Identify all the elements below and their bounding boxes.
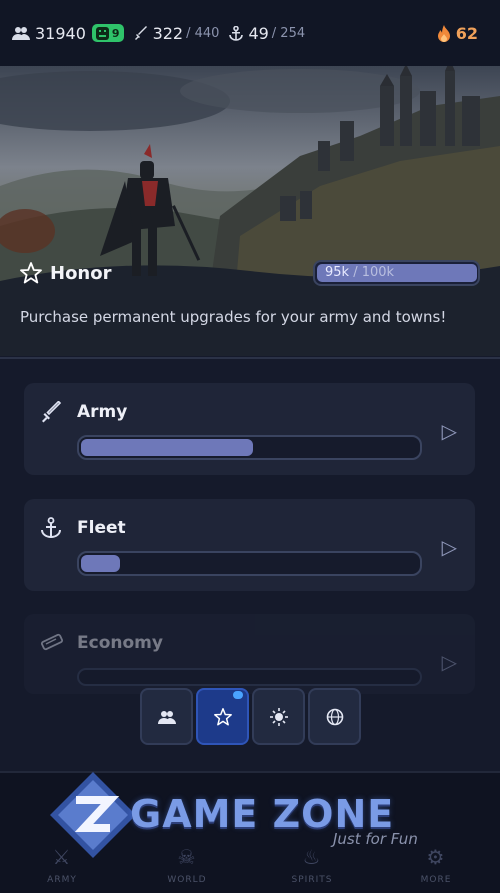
happiness-value: 9 bbox=[111, 26, 120, 40]
honor-hero: Honor 95k / 100k Purchase permanent upgr… bbox=[0, 66, 500, 356]
watermark: GAME ZONE Just for Fun bbox=[48, 770, 448, 870]
happiness-badge: 9 bbox=[91, 24, 124, 42]
chevron-right-icon: ▷ bbox=[441, 419, 457, 443]
fleet-current: 49 bbox=[248, 23, 269, 43]
upgrade-progress-fill-fleet bbox=[81, 555, 120, 572]
honor-progress-bar: 95k / 100k bbox=[313, 260, 480, 286]
upgrade-label-economy: Economy bbox=[77, 633, 163, 653]
tab-globe[interactable] bbox=[308, 688, 361, 745]
upgrade-label-army: Army bbox=[77, 402, 128, 422]
nav-more-label: MORE bbox=[420, 875, 452, 885]
honor-progress-text: 95k / 100k bbox=[325, 265, 394, 280]
population-value: 31940 bbox=[35, 23, 86, 43]
population-stat[interactable]: 31940 9 bbox=[12, 24, 124, 43]
resource-bar: 31940 9 322 / 440 49 / 254 62 bbox=[0, 0, 500, 66]
fire-icon bbox=[437, 24, 450, 42]
honor-header: Honor 95k / 100k bbox=[20, 258, 480, 288]
fire-stat[interactable]: 62 bbox=[437, 24, 478, 43]
happy-face-icon bbox=[95, 26, 109, 40]
upgrade-card-army[interactable]: Army ▷ bbox=[24, 383, 475, 475]
anchor-icon bbox=[41, 517, 61, 539]
honor-title: Honor bbox=[50, 262, 112, 284]
app-root: 31940 9 322 / 440 49 / 254 62 Honor 95k … bbox=[0, 0, 500, 893]
anchor-icon bbox=[229, 25, 244, 41]
upgrade-progress-fleet bbox=[77, 551, 422, 576]
upgrade-category-tabs bbox=[140, 688, 361, 745]
watermark-tagline: Just for Fun bbox=[333, 830, 418, 848]
upgrade-card-fleet[interactable]: Fleet ▷ bbox=[24, 499, 475, 591]
fleet-stat[interactable]: 49 / 254 bbox=[229, 24, 305, 43]
upgrade-progress-economy bbox=[77, 668, 422, 686]
sword-icon bbox=[134, 26, 147, 40]
nav-spirits-label: SPIRITS bbox=[291, 875, 333, 885]
honor-description: Purchase permanent upgrades for your arm… bbox=[20, 308, 447, 326]
chevron-right-icon: ▷ bbox=[441, 535, 457, 559]
game-zone-logo bbox=[50, 772, 136, 858]
star-outline-icon bbox=[213, 707, 232, 726]
tab-honor[interactable] bbox=[196, 688, 249, 745]
chevron-right-icon: ▷ bbox=[441, 650, 457, 674]
people-icon bbox=[12, 27, 30, 40]
army-max: / 440 bbox=[186, 25, 220, 41]
people-icon bbox=[157, 710, 176, 724]
fleet-max: / 254 bbox=[271, 25, 306, 41]
coins-icon bbox=[41, 633, 63, 651]
honor-progress-max: / 100k bbox=[349, 265, 395, 280]
notification-dot bbox=[233, 691, 243, 699]
tab-people[interactable] bbox=[140, 688, 193, 745]
army-stat[interactable]: 322 / 440 bbox=[134, 23, 220, 43]
nav-world-label: WORLD bbox=[167, 875, 207, 885]
army-current: 322 bbox=[152, 23, 184, 43]
honor-progress-current: 95k bbox=[325, 265, 350, 280]
nav-army-label: ARMY bbox=[47, 875, 77, 885]
section-divider bbox=[0, 357, 500, 359]
globe-icon bbox=[326, 708, 343, 725]
upgrade-card-economy[interactable]: Economy ▷ bbox=[24, 614, 475, 694]
sword-icon bbox=[42, 401, 62, 423]
sun-icon bbox=[269, 707, 288, 726]
tab-sun[interactable] bbox=[252, 688, 305, 745]
star-outline-icon bbox=[20, 262, 42, 284]
upgrade-label-fleet: Fleet bbox=[77, 518, 126, 538]
upgrade-progress-army bbox=[77, 435, 422, 460]
fire-value: 62 bbox=[455, 23, 478, 43]
upgrade-progress-fill-army bbox=[81, 439, 253, 456]
